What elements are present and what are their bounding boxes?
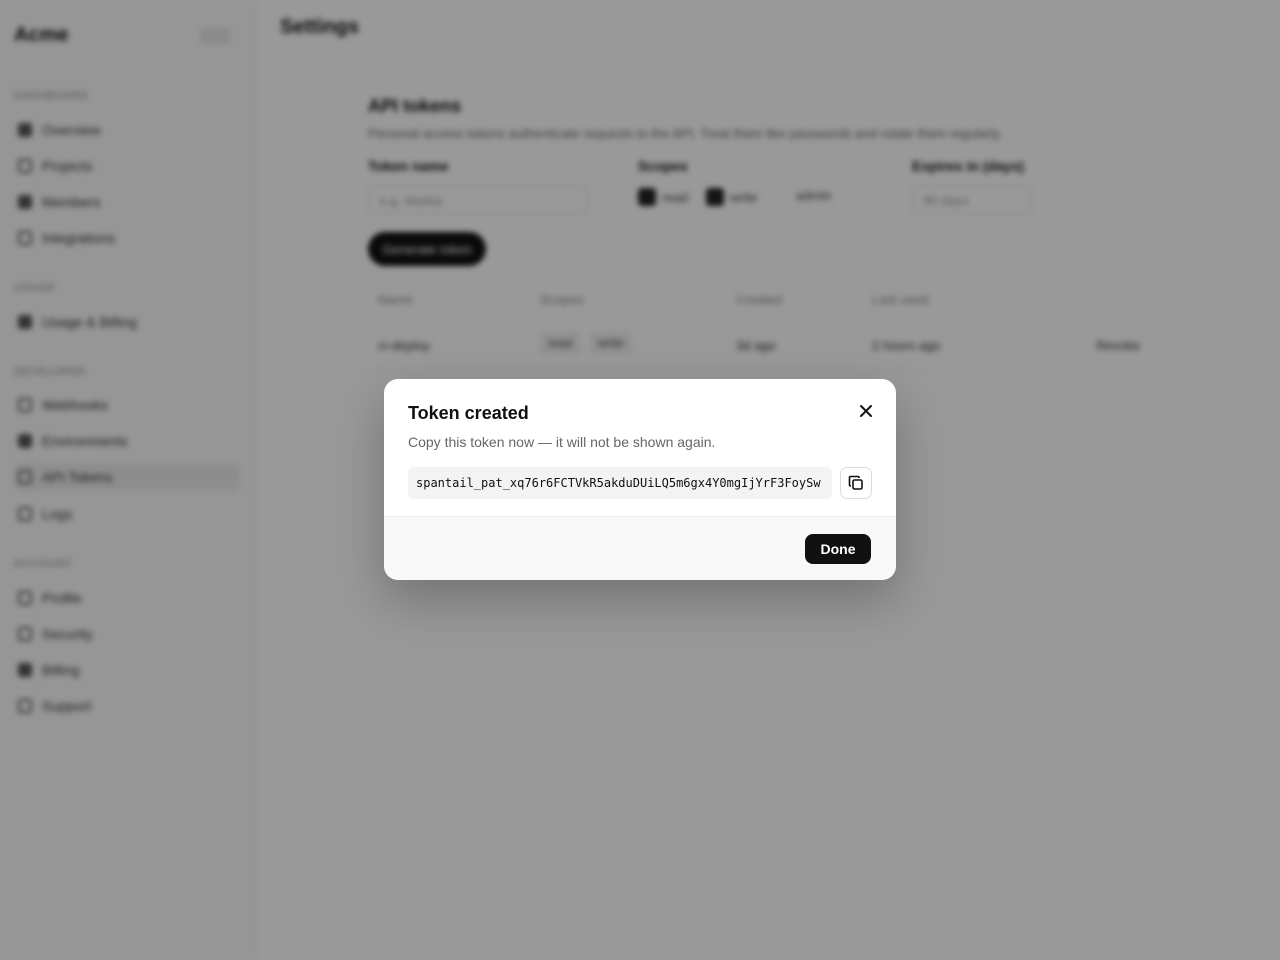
token-created-dialog: Token created Copy this token now — it w… (384, 379, 896, 580)
dialog-subtitle: Copy this token now — it will not be sho… (408, 434, 716, 450)
token-value-field[interactable]: spantail_pat_xq76r6FCTVkR5akduDUiLQ5m6gx… (408, 467, 832, 499)
app-root: Acme Dashboard Overview Projects Members… (0, 0, 1280, 960)
dialog-title: Token created (408, 403, 529, 423)
done-button[interactable]: Done (805, 534, 871, 564)
copy-icon (848, 475, 863, 490)
close-icon (860, 405, 872, 417)
close-button[interactable] (854, 399, 878, 423)
copy-token-button[interactable] (840, 467, 872, 499)
dialog-footer: Done (384, 516, 896, 580)
